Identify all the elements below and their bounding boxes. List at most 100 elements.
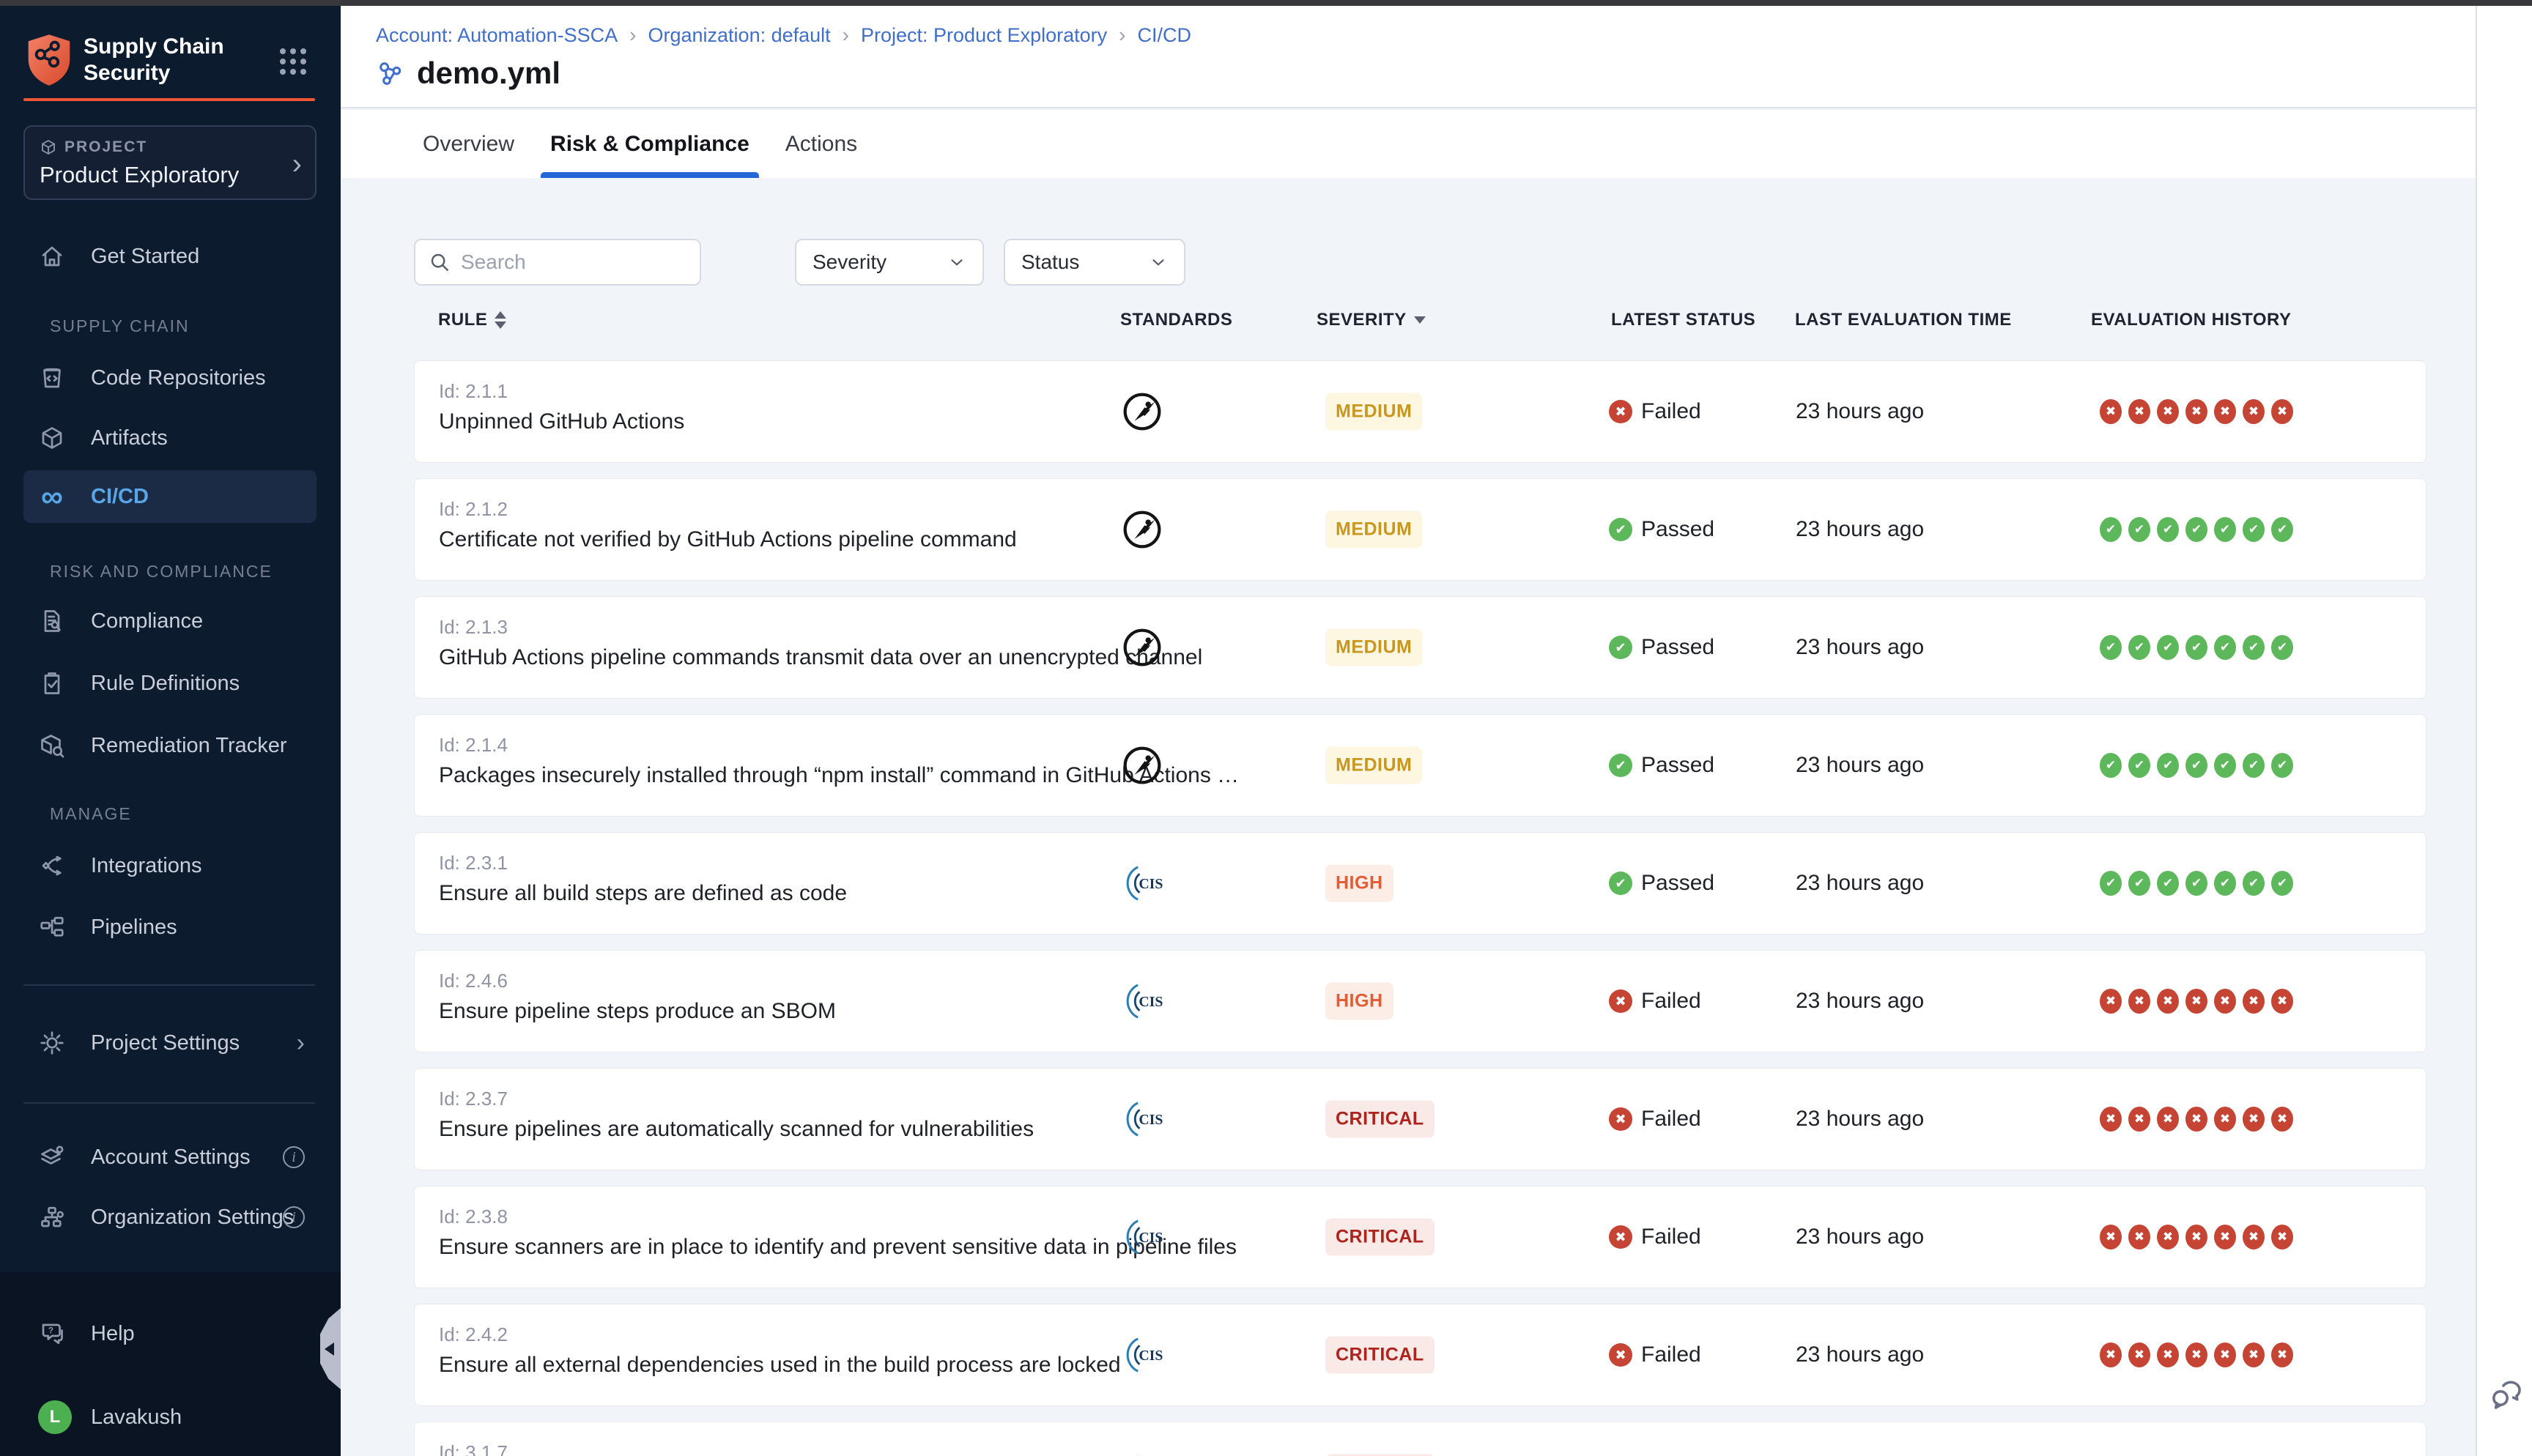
severity-badge: HIGH [1325, 865, 1393, 902]
column-header-severity[interactable]: SEVERITY [1317, 310, 1426, 330]
latest-status: ✔ Passed [1609, 871, 1714, 896]
table-row[interactable]: Id: 2.1.3 GitHub Actions pipeline comman… [414, 596, 2426, 699]
table-row[interactable]: Id: 3.1.7 CIS CRITICAL ✖ Failed 23 hours… [414, 1422, 2426, 1456]
main-area: Account: Automation-SSCA › Organization:… [341, 6, 2476, 1456]
evaluation-history: ✖✖✖✖✖✖✖ [2100, 1107, 2293, 1132]
sidebar-footer: ? Help L Lavakush [0, 1272, 341, 1456]
box-icon [38, 424, 66, 452]
sidebar-section-risk-compliance: RISK AND COMPLIANCE [50, 562, 273, 582]
divider [23, 984, 315, 986]
history-fail-icon: ✖ [2157, 399, 2179, 424]
table-row[interactable]: Id: 2.4.6 Ensure pipeline steps produce … [414, 950, 2426, 1052]
sidebar-item-user[interactable]: L Lavakush [23, 1391, 316, 1444]
history-pass-icon: ✔ [2243, 635, 2265, 660]
cis-standard-icon: CIS [1122, 1452, 1163, 1456]
sort-icon [495, 311, 506, 329]
sidebar-item-organization-settings[interactable]: Organization Settings i [23, 1191, 316, 1244]
sidebar-item-artifacts[interactable]: Artifacts [23, 412, 316, 464]
passed-icon: ✔ [1609, 754, 1632, 777]
sidebar-item-compliance[interactable]: Compliance [23, 595, 316, 647]
sidebar-item-label: Account Settings [91, 1145, 251, 1170]
table-row[interactable]: Id: 2.1.2 Certificate not verified by Gi… [414, 478, 2426, 581]
evaluation-history: ✔✔✔✔✔✔✔ [2100, 517, 2293, 542]
severity-filter[interactable]: Severity [795, 239, 984, 286]
history-pass-icon: ✔ [2271, 635, 2293, 660]
search-input[interactable] [461, 250, 681, 274]
history-fail-icon: ✖ [2271, 1107, 2293, 1132]
breadcrumb-organization-link[interactable]: Organization: default [648, 24, 831, 47]
project-selector[interactable]: PROJECT Product Exploratory › [23, 125, 316, 200]
history-fail-icon: ✖ [2128, 1225, 2150, 1249]
history-fail-icon: ✖ [2243, 399, 2265, 424]
owasp-standard-icon [1122, 391, 1163, 432]
tab-actions[interactable]: Actions [785, 110, 857, 178]
table-row[interactable]: Id: 2.3.7 Ensure pipelines are automatic… [414, 1068, 2426, 1170]
history-pass-icon: ✔ [2243, 517, 2265, 542]
tab-risk-compliance[interactable]: Risk & Compliance [541, 110, 759, 178]
sidebar-item-remediation-tracker[interactable]: Remediation Tracker [23, 719, 316, 772]
table-row[interactable]: Id: 2.1.4 Packages insecurely installed … [414, 714, 2426, 817]
divider [23, 1102, 315, 1104]
cis-standard-icon: CIS [1122, 981, 1163, 1022]
tab-overview[interactable]: Overview [423, 110, 514, 178]
chevron-right-icon: › [292, 152, 302, 177]
status-text: Passed [1641, 871, 1714, 896]
sidebar-item-code-repositories[interactable]: Code Repositories [23, 352, 316, 404]
info-icon[interactable]: i [283, 1206, 305, 1228]
latest-status: ✔ Passed [1609, 635, 1714, 660]
right-rail [2476, 6, 2532, 1456]
user-name: Lavakush [91, 1405, 182, 1430]
page-header: Account: Automation-SSCA › Organization:… [341, 6, 2476, 108]
evaluation-history: ✔✔✔✔✔✔✔ [2100, 753, 2293, 778]
pipelines-icon [38, 913, 66, 941]
history-pass-icon: ✔ [2185, 635, 2207, 660]
history-fail-icon: ✖ [2243, 1342, 2265, 1367]
table-row[interactable]: Id: 2.3.1 Ensure all build steps are def… [414, 832, 2426, 935]
help-chat-icon: ? [38, 1320, 66, 1348]
history-pass-icon: ✔ [2271, 753, 2293, 778]
history-pass-icon: ✔ [2100, 635, 2122, 660]
sidebar-item-label: Help [91, 1322, 135, 1346]
column-header-latest-status: LATEST STATUS [1611, 310, 1755, 330]
history-fail-icon: ✖ [2214, 399, 2236, 424]
svg-text:CIS: CIS [1139, 1230, 1163, 1246]
latest-status: ✔ Passed [1609, 517, 1714, 542]
module-grid-icon[interactable] [280, 48, 306, 75]
chat-bubbles-icon[interactable] [2489, 1378, 2524, 1414]
table-row[interactable]: Id: 2.4.2 Ensure all external dependenci… [414, 1304, 2426, 1406]
breadcrumb-project-link[interactable]: Project: Product Exploratory [861, 24, 1107, 47]
history-fail-icon: ✖ [2185, 399, 2207, 424]
status-filter[interactable]: Status [1004, 239, 1185, 286]
sidebar-item-label: Artifacts [91, 426, 168, 450]
sidebar-item-help[interactable]: ? Help [23, 1307, 316, 1360]
evaluation-time: 23 hours ago [1796, 871, 1924, 896]
sidebar-item-get-started[interactable]: Get Started [23, 230, 316, 283]
column-header-rule[interactable]: RULE [438, 310, 506, 330]
evaluation-time: 23 hours ago [1796, 517, 1924, 542]
sidebar-item-project-settings[interactable]: Project Settings › [23, 1017, 316, 1069]
history-pass-icon: ✔ [2100, 753, 2122, 778]
table-row[interactable]: Id: 2.3.8 Ensure scanners are in place t… [414, 1186, 2426, 1288]
content: Severity Status RULE STANDARDS SEVERITY [341, 178, 2476, 1456]
sidebar: Supply Chain Security PROJECT Product Ex… [0, 6, 341, 1456]
evaluation-history: ✖✖✖✖✖✖✖ [2100, 1342, 2293, 1367]
sidebar-item-account-settings[interactable]: Account Settings i [23, 1131, 316, 1184]
breadcrumb-cicd-link[interactable]: CI/CD [1137, 24, 1191, 47]
history-pass-icon: ✔ [2128, 871, 2150, 896]
project-name: Product Exploratory [40, 162, 300, 188]
history-pass-icon: ✔ [2185, 871, 2207, 896]
passed-icon: ✔ [1609, 872, 1632, 895]
history-fail-icon: ✖ [2128, 399, 2150, 424]
sidebar-item-pipelines[interactable]: Pipelines [23, 901, 316, 954]
sidebar-item-rule-definitions[interactable]: Rule Definitions [23, 657, 316, 710]
history-fail-icon: ✖ [2185, 1342, 2207, 1367]
status-text: Failed [1641, 1342, 1701, 1367]
info-icon[interactable]: i [283, 1146, 305, 1168]
sidebar-item-label: Get Started [91, 245, 199, 269]
sidebar-item-cicd[interactable]: ∞ CI/CD [23, 470, 316, 523]
home-icon [38, 242, 66, 270]
sidebar-item-integrations[interactable]: Integrations [23, 839, 316, 892]
chevron-separator-icon: › [1119, 23, 1125, 47]
breadcrumb-account-link[interactable]: Account: Automation-SSCA [376, 24, 618, 47]
table-row[interactable]: Id: 2.1.1 Unpinned GitHub Actions MEDIUM… [414, 360, 2426, 463]
